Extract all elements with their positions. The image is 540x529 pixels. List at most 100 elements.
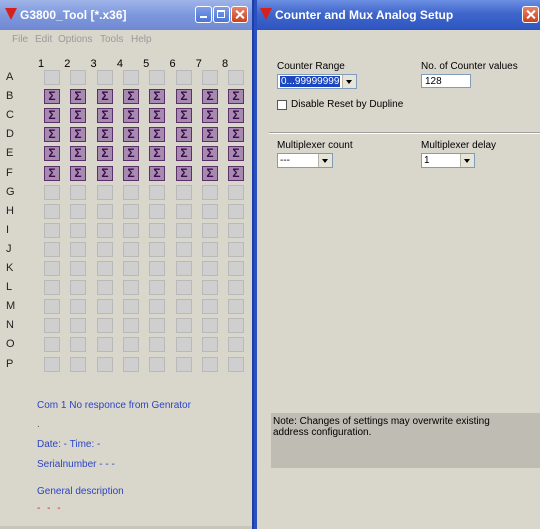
sigma-counter-cell[interactable]: Σ bbox=[228, 108, 244, 123]
address-cell[interactable] bbox=[228, 242, 244, 257]
address-cell[interactable] bbox=[123, 242, 139, 257]
address-cell[interactable] bbox=[176, 299, 192, 314]
menu-edit[interactable]: Edit bbox=[35, 34, 52, 45]
address-cell[interactable] bbox=[70, 261, 86, 276]
address-cell[interactable] bbox=[176, 318, 192, 333]
menu-file[interactable]: File bbox=[12, 34, 28, 45]
address-cell[interactable] bbox=[228, 318, 244, 333]
address-cell[interactable] bbox=[202, 299, 218, 314]
sigma-counter-cell[interactable]: Σ bbox=[176, 166, 192, 181]
address-cell[interactable] bbox=[123, 299, 139, 314]
left-titlebar[interactable]: G3800_Tool [*.x36] bbox=[0, 0, 252, 30]
sigma-counter-cell[interactable]: Σ bbox=[123, 166, 139, 181]
address-cell[interactable] bbox=[70, 70, 86, 85]
address-cell[interactable] bbox=[202, 70, 218, 85]
chevron-down-icon[interactable] bbox=[342, 75, 356, 88]
address-cell[interactable] bbox=[97, 261, 113, 276]
address-cell[interactable] bbox=[97, 223, 113, 238]
address-cell[interactable] bbox=[228, 70, 244, 85]
address-cell[interactable] bbox=[202, 357, 218, 372]
address-cell[interactable] bbox=[70, 223, 86, 238]
address-cell[interactable] bbox=[176, 70, 192, 85]
address-cell[interactable] bbox=[202, 280, 218, 295]
menu-options[interactable]: Options bbox=[58, 34, 92, 45]
sigma-counter-cell[interactable]: Σ bbox=[228, 127, 244, 142]
sigma-counter-cell[interactable]: Σ bbox=[149, 108, 165, 123]
sigma-counter-cell[interactable]: Σ bbox=[44, 89, 60, 104]
address-cell[interactable] bbox=[44, 280, 60, 295]
address-cell[interactable] bbox=[149, 280, 165, 295]
address-cell[interactable] bbox=[123, 185, 139, 200]
address-cell[interactable] bbox=[149, 185, 165, 200]
address-cell[interactable] bbox=[97, 280, 113, 295]
address-cell[interactable] bbox=[228, 185, 244, 200]
sigma-counter-cell[interactable]: Σ bbox=[228, 146, 244, 161]
menu-tools[interactable]: Tools bbox=[100, 34, 123, 45]
sigma-counter-cell[interactable]: Σ bbox=[149, 166, 165, 181]
address-cell[interactable] bbox=[149, 299, 165, 314]
address-cell[interactable] bbox=[149, 318, 165, 333]
address-cell[interactable] bbox=[202, 242, 218, 257]
address-cell[interactable] bbox=[149, 223, 165, 238]
address-cell[interactable] bbox=[70, 299, 86, 314]
address-cell[interactable] bbox=[202, 318, 218, 333]
address-cell[interactable] bbox=[44, 242, 60, 257]
sigma-counter-cell[interactable]: Σ bbox=[97, 127, 113, 142]
address-cell[interactable] bbox=[202, 204, 218, 219]
address-cell[interactable] bbox=[123, 204, 139, 219]
address-cell[interactable] bbox=[44, 299, 60, 314]
address-cell[interactable] bbox=[176, 357, 192, 372]
address-cell[interactable] bbox=[70, 280, 86, 295]
address-cell[interactable] bbox=[123, 357, 139, 372]
address-cell[interactable] bbox=[97, 318, 113, 333]
sigma-counter-cell[interactable]: Σ bbox=[97, 89, 113, 104]
sigma-counter-cell[interactable]: Σ bbox=[202, 146, 218, 161]
address-cell[interactable] bbox=[149, 242, 165, 257]
address-cell[interactable] bbox=[70, 185, 86, 200]
sigma-counter-cell[interactable]: Σ bbox=[44, 127, 60, 142]
sigma-counter-cell[interactable]: Σ bbox=[228, 89, 244, 104]
sigma-counter-cell[interactable]: Σ bbox=[44, 146, 60, 161]
disable-reset-checkbox[interactable] bbox=[277, 100, 287, 110]
address-cell[interactable] bbox=[149, 70, 165, 85]
sigma-counter-cell[interactable]: Σ bbox=[123, 146, 139, 161]
address-cell[interactable] bbox=[97, 242, 113, 257]
address-cell[interactable] bbox=[70, 242, 86, 257]
sigma-counter-cell[interactable]: Σ bbox=[97, 166, 113, 181]
address-cell[interactable] bbox=[97, 337, 113, 352]
address-cell[interactable] bbox=[228, 261, 244, 276]
num-counter-values-input[interactable]: 128 bbox=[421, 74, 471, 88]
address-cell[interactable] bbox=[202, 337, 218, 352]
sigma-counter-cell[interactable]: Σ bbox=[176, 89, 192, 104]
sigma-counter-cell[interactable]: Σ bbox=[228, 166, 244, 181]
address-cell[interactable] bbox=[176, 337, 192, 352]
sigma-counter-cell[interactable]: Σ bbox=[70, 89, 86, 104]
mux-delay-select[interactable]: 1 bbox=[421, 153, 475, 168]
sigma-counter-cell[interactable]: Σ bbox=[149, 89, 165, 104]
sigma-counter-cell[interactable]: Σ bbox=[44, 166, 60, 181]
sigma-counter-cell[interactable]: Σ bbox=[176, 127, 192, 142]
address-cell[interactable] bbox=[97, 357, 113, 372]
address-cell[interactable] bbox=[176, 204, 192, 219]
sigma-counter-cell[interactable]: Σ bbox=[44, 108, 60, 123]
sigma-counter-cell[interactable]: Σ bbox=[97, 146, 113, 161]
address-cell[interactable] bbox=[44, 223, 60, 238]
address-cell[interactable] bbox=[44, 318, 60, 333]
address-cell[interactable] bbox=[228, 280, 244, 295]
address-cell[interactable] bbox=[70, 204, 86, 219]
sigma-counter-cell[interactable]: Σ bbox=[202, 127, 218, 142]
address-cell[interactable] bbox=[228, 204, 244, 219]
address-cell[interactable] bbox=[44, 337, 60, 352]
sigma-counter-cell[interactable]: Σ bbox=[176, 146, 192, 161]
address-cell[interactable] bbox=[123, 280, 139, 295]
address-cell[interactable] bbox=[70, 337, 86, 352]
address-cell[interactable] bbox=[176, 223, 192, 238]
maximize-icon[interactable] bbox=[213, 6, 230, 23]
address-cell[interactable] bbox=[228, 357, 244, 372]
chevron-down-icon[interactable] bbox=[460, 154, 474, 167]
address-cell[interactable] bbox=[176, 185, 192, 200]
sigma-counter-cell[interactable]: Σ bbox=[176, 108, 192, 123]
address-cell[interactable] bbox=[44, 204, 60, 219]
chevron-down-icon[interactable] bbox=[318, 154, 332, 167]
sigma-counter-cell[interactable]: Σ bbox=[149, 127, 165, 142]
